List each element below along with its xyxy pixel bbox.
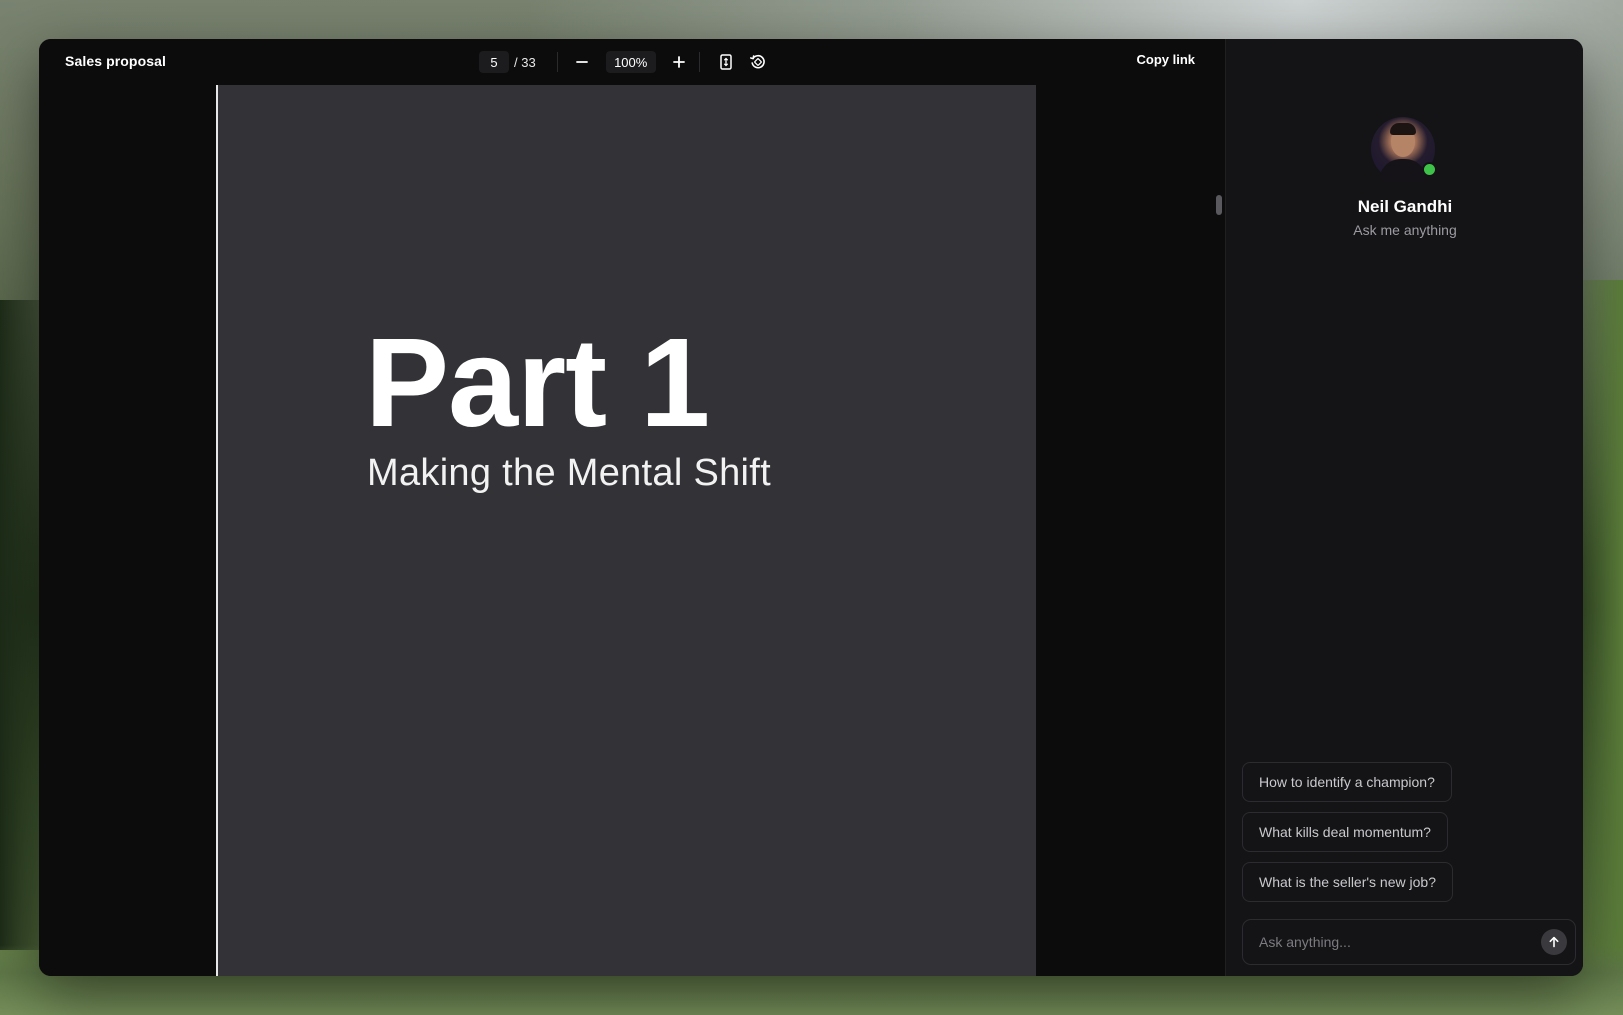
document-viewer: Sales proposal / 33 100% — [39, 39, 1225, 976]
viewer-toolbar: Sales proposal / 33 100% — [39, 39, 1225, 85]
avatar-body — [1379, 159, 1427, 181]
toolbar-divider — [556, 52, 558, 72]
toolbar-divider — [698, 52, 700, 72]
minus-icon — [575, 61, 588, 63]
agent-subtitle: Ask me anything — [1353, 222, 1457, 238]
online-status-indicator — [1422, 162, 1437, 177]
chat-input-box — [1242, 919, 1576, 965]
send-button[interactable] — [1541, 929, 1567, 955]
suggested-questions: How to identify a champion? What kills d… — [1242, 762, 1453, 902]
rotate-icon — [749, 54, 765, 69]
page-subheading: Making the Mental Shift — [367, 452, 771, 494]
page-heading: Part 1 — [365, 312, 710, 453]
viewer-controls: / 33 100% — [479, 50, 768, 74]
chat-input[interactable] — [1243, 920, 1533, 964]
copy-link-button[interactable]: Copy link — [1136, 52, 1195, 67]
fit-page-button[interactable] — [716, 52, 736, 72]
page-number-input[interactable] — [479, 51, 509, 73]
suggestion-chip[interactable]: What kills deal momentum? — [1242, 812, 1448, 852]
suggestion-chip[interactable]: What is the seller's new job? — [1242, 862, 1453, 902]
avatar — [1371, 117, 1437, 181]
avatar-hair — [1390, 123, 1416, 135]
document-title: Sales proposal — [65, 53, 166, 69]
agent-name: Neil Gandhi — [1357, 197, 1453, 216]
zoom-out-button[interactable] — [572, 52, 592, 72]
rotate-button[interactable] — [748, 52, 768, 72]
chat-panel: Neil Gandhi Ask me anything How to ident… — [1225, 39, 1583, 976]
zoom-in-button[interactable] — [669, 52, 689, 72]
viewer-scrollbar[interactable] — [1216, 195, 1222, 215]
page-total: / 33 — [514, 54, 536, 70]
zoom-level[interactable]: 100% — [605, 51, 656, 73]
document-page: Part 1 Making the Mental Shift — [216, 85, 1036, 976]
fit-page-icon — [719, 54, 732, 70]
arrow-up-icon — [1549, 936, 1559, 948]
suggestion-chip[interactable]: How to identify a champion? — [1242, 762, 1452, 802]
app-window: Sales proposal / 33 100% — [39, 39, 1583, 976]
plus-icon — [672, 56, 685, 68]
